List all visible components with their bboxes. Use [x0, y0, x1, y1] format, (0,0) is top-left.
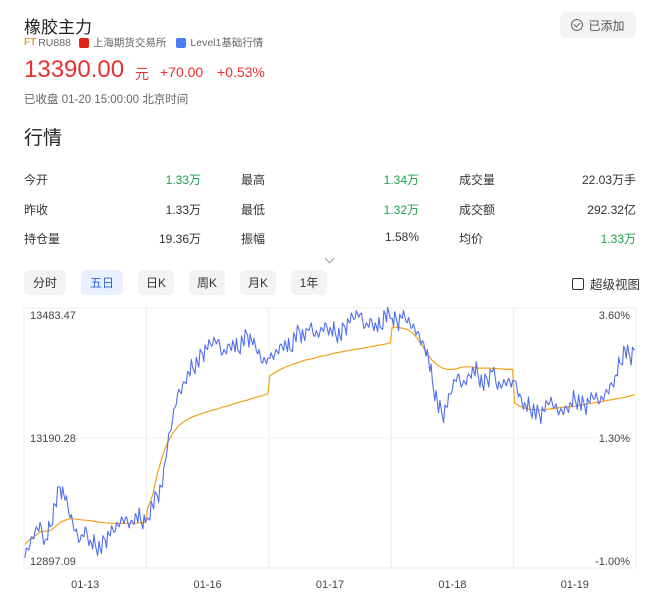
price-change-pct: +0.53%: [217, 64, 265, 80]
quote-value: 1.34万: [383, 173, 419, 187]
quote-value: 1.32万: [383, 203, 419, 217]
check-circle-icon: [571, 19, 584, 31]
quote-value: 22.03万手: [581, 173, 636, 187]
y-right-tick: 3.60%: [599, 310, 630, 322]
quote-value: 1.58%: [384, 230, 419, 244]
added-label: 已添加: [588, 18, 625, 33]
quote-value: 292.32亿: [587, 203, 636, 217]
x-tick: 01-16: [194, 579, 222, 591]
ft-badge: FT: [24, 37, 37, 48]
level-badge-icon: [176, 37, 187, 48]
exchange-flag-icon: [78, 37, 89, 48]
instrument-meta: FT RU888 上海期货交易所 Level1基础行情: [24, 35, 263, 50]
tab-5[interactable]: 1年: [291, 270, 327, 295]
tab-1[interactable]: 五日: [81, 270, 123, 295]
x-tick: 01-17: [316, 579, 344, 591]
exchange-name: 上海期货交易所: [92, 37, 167, 49]
quote-label: 持仓量: [24, 232, 61, 246]
quote-label: 成交额: [459, 203, 496, 217]
quote-value: 19.36万: [158, 232, 201, 246]
expand-chevron-icon[interactable]: [324, 253, 335, 264]
x-tick: 01-19: [561, 579, 589, 591]
quote-label: 振幅: [241, 232, 266, 246]
period-tabs: 分时 五日 日K 周K 月K 1年: [24, 270, 342, 295]
super-view-label: 超级视图: [590, 278, 641, 292]
tab-2[interactable]: 日K: [138, 270, 174, 295]
quote-value: 1.33万: [165, 173, 201, 187]
x-tick: 01-18: [438, 579, 466, 591]
last-price: 13390.00: [24, 56, 125, 83]
quote-label: 成交量: [459, 173, 496, 187]
quote-label: 今开: [24, 173, 49, 187]
five-day-chart[interactable]: 13483.47 13190.28 12897.09 3.60% 1.30% -1.00%…: [0, 300, 660, 605]
quote-label: 最高: [241, 173, 266, 187]
quote-label: 最低: [241, 203, 266, 217]
fullscreen-icon: [572, 277, 584, 290]
tab-3[interactable]: 周K: [189, 270, 225, 295]
y-left-tick: 12897.09: [30, 556, 76, 568]
quote-value: 1.33万: [165, 203, 201, 217]
super-view-button[interactable]: 超级视图: [572, 274, 640, 293]
quote-value: 1.33万: [600, 232, 636, 246]
y-right-tick: 1.30%: [599, 433, 630, 445]
y-left-tick: 13483.47: [30, 310, 76, 322]
tab-4[interactable]: 月K: [240, 270, 276, 295]
added-watchlist-button[interactable]: 已添加: [560, 12, 636, 38]
level-label: Level1基础行情: [190, 37, 264, 49]
y-right-tick: -1.00%: [595, 556, 630, 568]
market-status: 已收盘 01-20 15:00:00 北京时间: [24, 94, 189, 106]
price-line: [24, 306, 635, 558]
quote-label: 昨收: [24, 203, 49, 217]
price-unit: 元: [135, 66, 149, 82]
x-tick: 01-13: [71, 579, 99, 591]
average-price-line: [24, 326, 636, 545]
quote-label: 均价: [459, 232, 484, 246]
y-left-tick: 13190.28: [30, 433, 76, 445]
price-change: +70.00: [160, 64, 204, 80]
section-title: 行情: [24, 128, 63, 149]
tab-0[interactable]: 分时: [24, 270, 66, 295]
instrument-code: RU888: [38, 36, 71, 49]
